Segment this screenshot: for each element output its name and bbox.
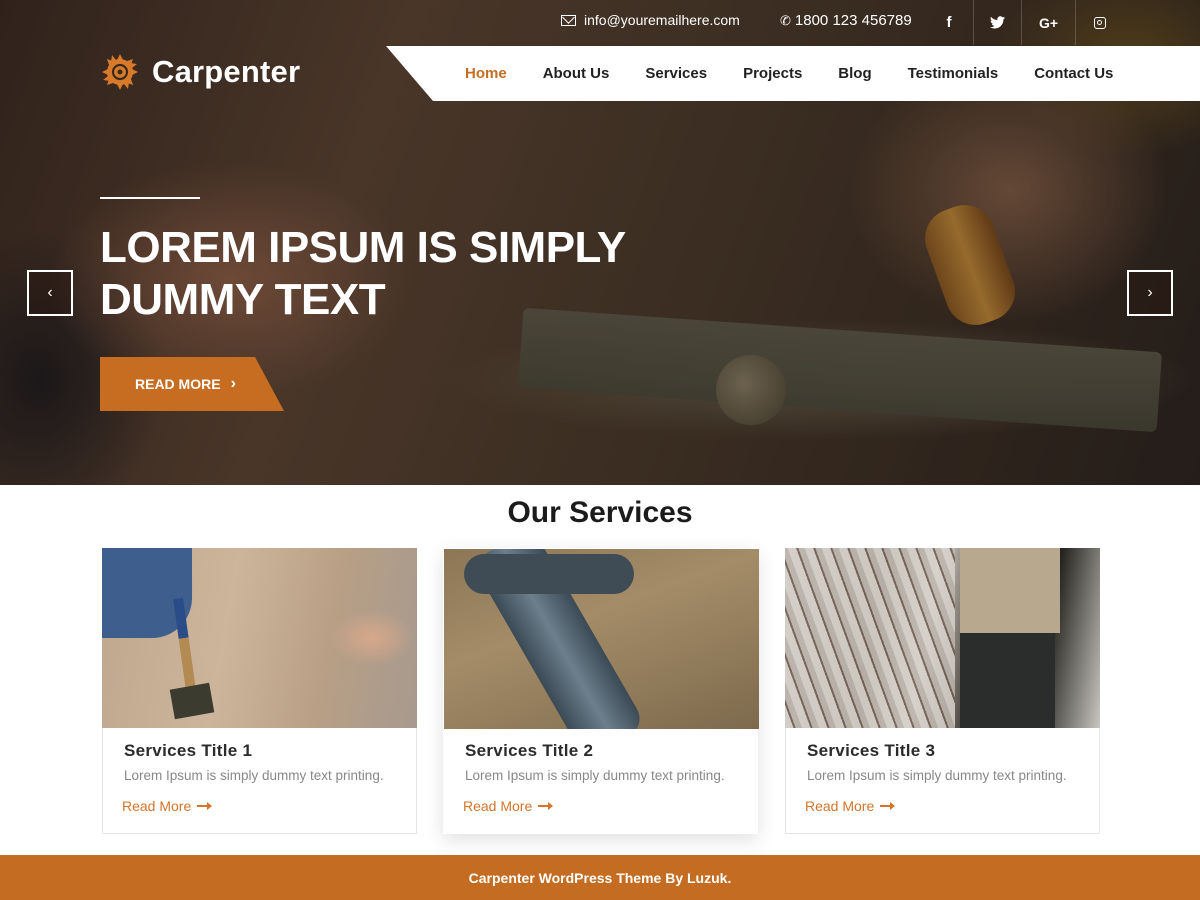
service-title: Services Title 1 — [124, 741, 253, 760]
nav-projects[interactable]: Projects — [743, 65, 802, 82]
arrow-right-icon — [197, 802, 213, 810]
service-card: Services Title 2 Lorem Ipsum is simply d… — [443, 548, 759, 834]
service-read-more-link[interactable]: Read More — [463, 798, 554, 814]
hero-title: LOREM IPSUM IS SIMPLY DUMMY TEXT — [100, 223, 625, 324]
service-title: Services Title 2 — [465, 741, 594, 760]
site-title: Carpenter — [152, 54, 301, 89]
service-title: Services Title 3 — [807, 741, 936, 760]
footer-credit: Carpenter WordPress Theme By Luzuk. — [468, 869, 732, 886]
chevron-left-icon: ‹ — [47, 284, 53, 301]
read-more-label: Read More — [122, 798, 192, 814]
saw-blade-icon — [102, 54, 138, 90]
phone-text: 1800 123 456789 — [794, 12, 912, 29]
service-image-hammer — [444, 549, 759, 729]
footer: Carpenter WordPress Theme By Luzuk. — [0, 855, 1200, 900]
read-more-label: Read More — [805, 798, 875, 814]
social-links: f G+ — [925, 0, 1123, 45]
instagram-link[interactable] — [1075, 0, 1123, 45]
google-plus-link[interactable]: G+ — [1021, 0, 1075, 45]
main-nav: Home About Us Services Projects Blog Tes… — [386, 46, 1200, 101]
phone-icon: ✆ — [780, 13, 791, 28]
nav-contact-us[interactable]: Contact Us — [1034, 65, 1113, 82]
service-description: Lorem Ipsum is simply dummy text printin… — [465, 768, 725, 783]
arrow-right-icon — [538, 802, 554, 810]
service-read-more-link[interactable]: Read More — [122, 798, 213, 814]
service-card: Services Title 3 Lorem Ipsum is simply d… — [785, 548, 1100, 834]
facebook-icon: f — [946, 14, 952, 31]
service-image-carpenter-tools — [785, 548, 1100, 728]
nav-about-us[interactable]: About Us — [543, 65, 610, 82]
hero-divider — [100, 197, 200, 199]
twitter-icon — [990, 16, 1005, 29]
twitter-link[interactable] — [973, 0, 1021, 45]
site-logo[interactable]: Carpenter — [100, 52, 300, 92]
email-text: info@youremailhere.com — [584, 12, 740, 28]
nav-home[interactable]: Home — [465, 65, 507, 82]
service-description: Lorem Ipsum is simply dummy text printin… — [807, 768, 1067, 783]
slider-next-button[interactable]: › — [1127, 270, 1173, 316]
nav-services[interactable]: Services — [645, 65, 707, 82]
contact-email[interactable]: info@youremailhere.com — [561, 12, 740, 28]
top-bar: info@youremailhere.com ✆ 1800 123 456789… — [0, 0, 1200, 45]
hero-read-more-label: READ MORE — [135, 376, 221, 392]
nav-testimonials[interactable]: Testimonials — [908, 65, 999, 82]
chevron-right-icon: › — [230, 375, 236, 392]
service-read-more-link[interactable]: Read More — [805, 798, 896, 814]
arrow-right-icon — [880, 802, 896, 810]
service-image-flooring — [102, 548, 417, 728]
nav-blog[interactable]: Blog — [838, 65, 871, 82]
read-more-label: Read More — [463, 798, 533, 814]
services-heading: Our Services — [507, 496, 693, 529]
hero-read-more-button[interactable]: READ MORE › — [100, 357, 284, 411]
instagram-icon — [1093, 16, 1106, 29]
service-description: Lorem Ipsum is simply dummy text printin… — [124, 768, 384, 783]
chevron-right-icon: › — [1147, 284, 1153, 301]
google-plus-icon: G+ — [1038, 14, 1059, 31]
hero-slider: info@youremailhere.com ✆ 1800 123 456789… — [0, 0, 1200, 485]
service-card: Services Title 1 Lorem Ipsum is simply d… — [102, 548, 417, 834]
nav-list: Home About Us Services Projects Blog Tes… — [465, 46, 1149, 101]
envelope-icon — [561, 14, 576, 26]
contact-phone[interactable]: ✆ 1800 123 456789 — [780, 12, 912, 29]
facebook-link[interactable]: f — [925, 0, 973, 45]
slider-prev-button[interactable]: ‹ — [27, 270, 73, 316]
